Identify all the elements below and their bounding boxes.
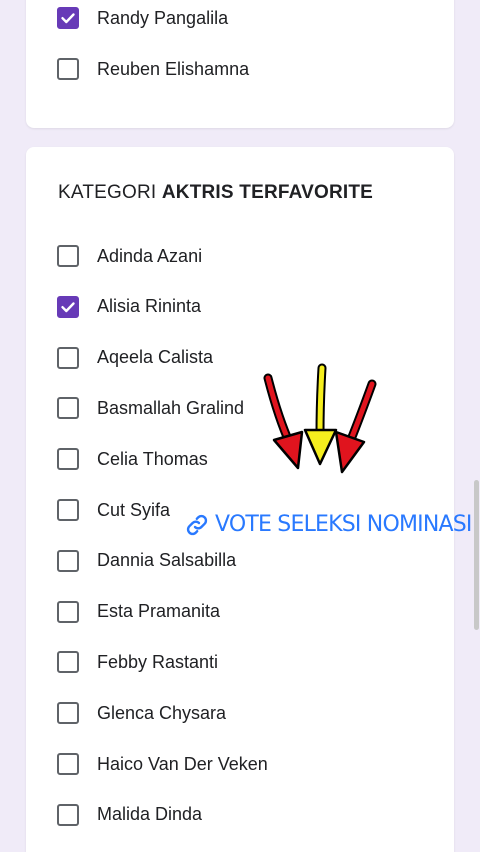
option-label: Basmallah Gralind <box>97 397 245 418</box>
checkbox[interactable] <box>57 245 79 267</box>
option-label: Glenca Chysara <box>97 702 227 723</box>
checkbox[interactable] <box>57 499 79 521</box>
checkbox-option[interactable]: Haico Van Der Veken <box>57 750 268 778</box>
checkbox-checked[interactable] <box>57 7 79 29</box>
checkbox[interactable] <box>57 549 79 572</box>
checkbox[interactable] <box>57 753 79 775</box>
checkbox-option[interactable]: Esta Pramanita <box>57 598 220 626</box>
option-label: Randy Pangalila <box>97 7 229 28</box>
link-icon <box>185 513 209 537</box>
checkbox[interactable] <box>57 58 79 80</box>
checkbox[interactable] <box>57 803 79 826</box>
checkbox[interactable] <box>57 346 79 369</box>
option-label: Esta Pramanita <box>97 601 221 622</box>
checkbox[interactable] <box>57 702 79 725</box>
option-label: Cut Syifa <box>97 499 171 520</box>
checkbox[interactable] <box>57 651 79 674</box>
center-arrow-icon <box>303 363 338 466</box>
option-label: Celia Thomas <box>97 448 208 469</box>
option-label: Aqeela Calista <box>97 347 214 368</box>
checkbox-checked[interactable] <box>57 295 79 318</box>
right-arrow-icon <box>334 379 377 474</box>
vote-link[interactable]: VOTE SELEKSI NOMINASI <box>185 512 472 537</box>
checkbox-option[interactable]: Randy Pangalila <box>57 4 228 32</box>
checkbox-option[interactable]: Dannia Salsabilla <box>57 547 236 575</box>
checkbox[interactable] <box>57 397 79 420</box>
checkbox-option[interactable]: Alisia Rininta <box>57 293 201 321</box>
checkbox-option[interactable]: Aqeela Calista <box>57 344 213 372</box>
arrows-decoration <box>263 363 377 474</box>
checkbox[interactable] <box>57 448 79 471</box>
checkmark-icon <box>61 302 75 312</box>
option-label: Dannia Salsabilla <box>97 550 237 571</box>
category-title: KATEGORI AKTRIS TERFAVORITE <box>58 182 373 204</box>
checkbox-option[interactable]: Celia Thomas <box>57 445 208 473</box>
checkbox[interactable] <box>57 600 79 623</box>
checkbox-option[interactable]: Glenca Chysara <box>57 699 226 727</box>
checkbox-option[interactable]: Cut Syifa <box>57 496 170 524</box>
form-page: Randy Pangalila Reuben Elishamna KATEGORI… <box>0 0 480 852</box>
option-label: Adinda Azani <box>97 245 203 266</box>
option-label: Malida Dinda <box>97 804 203 825</box>
checkbox-option[interactable]: Basmallah Gralind <box>57 394 244 422</box>
checkmark-icon <box>61 13 75 24</box>
checkbox-option[interactable]: Febby Rastanti <box>57 648 218 676</box>
vote-link-label: VOTE SELEKSI NOMINASI <box>215 512 472 537</box>
option-label: Reuben Elishamna <box>97 58 250 79</box>
option-label: Febby Rastanti <box>97 651 219 672</box>
checkbox-option[interactable]: Adinda Azani <box>57 242 202 270</box>
option-label: Haico Van Der Veken <box>97 753 268 774</box>
checkbox-option[interactable]: Malida Dinda <box>57 801 202 829</box>
left-arrow-icon <box>263 373 304 470</box>
category-name: AKTRIS TERFAVORITE <box>161 182 374 203</box>
scrollbar[interactable] <box>474 480 479 630</box>
option-label: Alisia Rininta <box>97 296 202 317</box>
checkbox-option[interactable]: Reuben Elishamna <box>57 55 249 83</box>
category-prefix: KATEGORI <box>58 182 157 203</box>
